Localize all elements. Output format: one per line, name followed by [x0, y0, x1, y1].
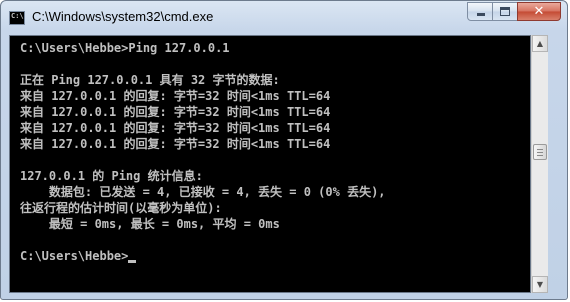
console-app-icon[interactable]: C:\	[9, 11, 25, 25]
prompt-text: C:\Users\Hebbe>	[20, 249, 129, 263]
caption-buttons: ✕	[467, 2, 561, 22]
console-line-reply: 来自 127.0.0.1 的回复: 字节=32 时间<1ms TTL=64	[20, 105, 331, 119]
console-line-packet-stats: 数据包: 已发送 = 4, 已接收 = 4, 丢失 = 0 (0% 丢失),	[20, 185, 386, 199]
console-line-prompt[interactable]: C:\Users\Hebbe>	[20, 248, 137, 264]
minimize-button[interactable]	[467, 2, 493, 21]
maximize-icon	[500, 7, 510, 16]
app-icon-label: C:\	[11, 12, 24, 20]
console-line-prompt-command: C:\Users\Hebbe>Ping 127.0.0.1	[20, 41, 230, 55]
console-line-rtt-values: 最短 = 0ms, 最长 = 0ms, 平均 = 0ms	[20, 217, 280, 231]
minimize-icon	[477, 13, 485, 16]
scrollbar-thumb[interactable]	[533, 144, 547, 160]
console-line-rtt-header: 往返行程的估计时间(以毫秒为单位):	[20, 201, 222, 215]
console-line-reply: 来自 127.0.0.1 的回复: 字节=32 时间<1ms TTL=64	[20, 121, 331, 135]
maximize-button[interactable]	[492, 2, 518, 21]
console-line-reply: 来自 127.0.0.1 的回复: 字节=32 时间<1ms TTL=64	[20, 89, 331, 103]
vertical-scrollbar[interactable]: ▲ ▼	[531, 35, 548, 293]
console-line-ping-header: 正在 Ping 127.0.0.1 具有 32 字节的数据:	[20, 73, 280, 87]
close-icon: ✕	[533, 4, 545, 19]
scrollbar-grip-icon	[537, 149, 543, 150]
scroll-down-arrow-icon[interactable]: ▼	[532, 276, 548, 293]
close-button[interactable]: ✕	[517, 2, 561, 21]
console-line-reply: 来自 127.0.0.1 的回复: 字节=32 时间<1ms TTL=64	[20, 137, 331, 151]
text-cursor	[128, 260, 137, 263]
scroll-up-arrow-icon[interactable]: ▲	[532, 35, 548, 52]
title-bar[interactable]: C:\ C:\Windows\system32\cmd.exe ✕	[1, 1, 567, 35]
console-line-stats-header: 127.0.0.1 的 Ping 统计信息:	[20, 169, 203, 183]
cmd-window: C:\ C:\Windows\system32\cmd.exe ✕ C:\Use…	[0, 0, 568, 300]
window-title: C:\Windows\system32\cmd.exe	[32, 9, 214, 24]
console-output[interactable]: C:\Users\Hebbe>Ping 127.0.0.1 正在 Ping 12…	[9, 35, 531, 293]
